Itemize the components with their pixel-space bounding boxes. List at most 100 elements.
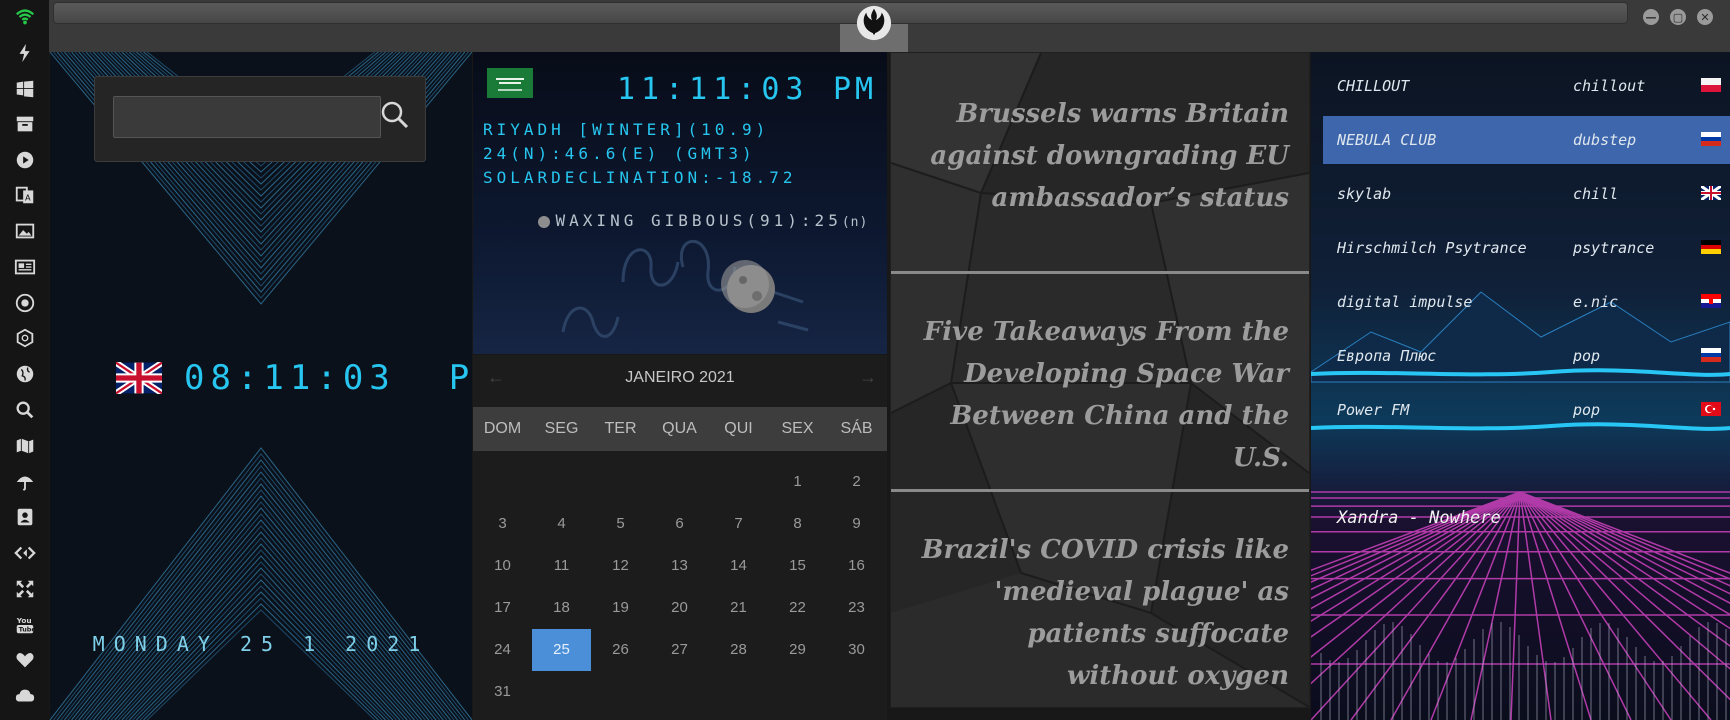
search-icon[interactable] (0, 395, 49, 425)
calendar-week: 10 11 12 13 14 15 16 (473, 545, 887, 587)
contacts-icon[interactable] (0, 502, 49, 532)
next-month-arrow-icon[interactable]: → (859, 367, 877, 388)
calendar-day[interactable]: 21 (709, 587, 768, 629)
minimize-button[interactable]: — (1643, 9, 1659, 25)
calendar-day[interactable]: 12 (591, 545, 650, 587)
image-icon[interactable] (0, 216, 49, 246)
calendar-day[interactable]: 22 (768, 587, 827, 629)
calendar-day[interactable]: 11 (532, 545, 591, 587)
weekday-header: TER (604, 420, 637, 437)
news-headline[interactable]: Brazil's COVID crisis like 'medieval pla… (891, 529, 1309, 697)
map-icon[interactable] (0, 431, 49, 461)
umbrella-icon[interactable] (0, 467, 49, 497)
calendar-empty-cell (827, 671, 886, 713)
saudi-flag-icon (487, 68, 533, 98)
calendar-day[interactable]: 3 (473, 503, 532, 545)
calendar-day[interactable]: 4 (532, 503, 591, 545)
code-icon[interactable] (0, 538, 49, 568)
calendar-day[interactable]: 14 (709, 545, 768, 587)
radio-station-row[interactable]: CHILLOUT chillout (1323, 62, 1730, 110)
windows-icon[interactable] (0, 74, 49, 104)
calendar-day-today[interactable]: 25 (532, 629, 591, 671)
calendar: ← JANEIRO 2021 → DOM SEG TER QUA QUI SEX SÁB 1… (473, 355, 887, 720)
calendar-empty-cell (709, 461, 768, 503)
radio-station-row[interactable]: Power FM pop (1323, 386, 1730, 434)
calendar-week: 3456789 (473, 503, 887, 545)
local-time: 08:11:03 PM (184, 358, 472, 398)
calendar-empty-cell (650, 671, 709, 713)
station-genre: dubstep (1573, 131, 1637, 149)
local-date: MONDAY 25 1 2021 (92, 632, 430, 656)
calendar-day[interactable]: 10 (473, 545, 532, 587)
station-genre: psytrance (1573, 239, 1655, 257)
camera-icon[interactable] (0, 288, 49, 318)
solar-declination-line: SOLARDECLINATION:-18.72 (483, 168, 797, 187)
radio-station-row[interactable]: NEBULA CLUB dubstep (1323, 116, 1730, 164)
calendar-day[interactable]: 28 (709, 629, 768, 671)
calendar-day[interactable]: 2 (827, 461, 886, 503)
calendar-day[interactable]: 23 (827, 587, 886, 629)
globe-icon[interactable] (0, 359, 49, 389)
rebel-alliance-logo-icon[interactable] (855, 4, 893, 42)
calendar-day[interactable]: 31 (473, 671, 532, 713)
station-genre: e.nic (1573, 293, 1619, 311)
search-icon[interactable] (379, 99, 411, 131)
radio-station-row[interactable]: skylab chill (1323, 170, 1730, 218)
radio-station-row[interactable]: Европа Плюс pop (1323, 332, 1730, 380)
title-bar: — ▢ ✕ (49, 0, 1730, 52)
calendar-day[interactable]: 29 (768, 629, 827, 671)
svg-text:A: A (25, 193, 31, 203)
calendar-day[interactable]: 27 (650, 629, 709, 671)
calendar-day[interactable]: 8 (768, 503, 827, 545)
maximize-button[interactable]: ▢ (1670, 9, 1686, 25)
calendar-day[interactable]: 18 (532, 587, 591, 629)
weekday-header: SEX (781, 420, 814, 437)
turkey-flag-icon (1701, 402, 1721, 416)
address-bar[interactable] (53, 2, 1628, 24)
news-divider (891, 271, 1309, 274)
wifi-icon[interactable] (0, 2, 49, 32)
uk-flag-icon (1700, 184, 1722, 202)
calendar-day[interactable]: 19 (591, 587, 650, 629)
calendar-day[interactable]: 17 (473, 587, 532, 629)
city-time: 11:11:03 (617, 72, 810, 107)
calendar-day[interactable]: 20 (650, 587, 709, 629)
calendar-day[interactable]: 5 (591, 503, 650, 545)
news-headline[interactable]: Brussels warns Britain against downgradi… (891, 93, 1309, 219)
calendar-day[interactable]: 16 (827, 545, 886, 587)
calendar-day[interactable]: 26 (591, 629, 650, 671)
city-name-line: RIYADH [WINTER](10.9) (483, 120, 770, 139)
calendar-empty-cell (591, 461, 650, 503)
archive-icon[interactable] (0, 109, 49, 139)
flash-icon[interactable] (0, 38, 49, 68)
hexagon-icon[interactable] (0, 323, 49, 353)
calendar-day[interactable]: 24 (473, 629, 532, 671)
expand-icon[interactable] (0, 574, 49, 604)
uk-flag-icon (116, 362, 162, 394)
calendar-day[interactable]: 6 (650, 503, 709, 545)
calendar-day[interactable]: 15 (768, 545, 827, 587)
radio-station-row[interactable]: digital impulse e.nic (1323, 278, 1730, 326)
translate-icon[interactable]: A (0, 180, 49, 210)
calendar-day[interactable]: 9 (827, 503, 886, 545)
weekday-header: SEG (544, 420, 579, 437)
heart-icon[interactable] (0, 645, 49, 675)
radio-panel: CHILLOUT chillout NEBULA CLUB dubstep skylab… (1311, 52, 1730, 720)
radio-station-row[interactable]: Hirschmilch Psytrance psytrance (1323, 224, 1730, 272)
calendar-day[interactable]: 7 (709, 503, 768, 545)
calendar-empty-cell (650, 461, 709, 503)
youtube-icon[interactable]: You Tube (0, 610, 49, 640)
germany-flag-icon (1701, 240, 1721, 254)
search-input[interactable] (113, 96, 381, 138)
weekday-header: DOM (483, 420, 522, 437)
play-icon[interactable] (0, 145, 49, 175)
svg-text:Tube: Tube (18, 625, 35, 633)
news-headline[interactable]: Five Takeaways From the Developing Space… (891, 311, 1309, 479)
cloud-icon[interactable] (0, 681, 49, 711)
calendar-day[interactable]: 30 (827, 629, 886, 671)
news-icon[interactable] (0, 252, 49, 282)
calendar-day[interactable]: 1 (768, 461, 827, 503)
calendar-day[interactable]: 13 (650, 545, 709, 587)
weekday-header: QUI (724, 420, 753, 437)
close-button[interactable]: ✕ (1697, 9, 1713, 25)
